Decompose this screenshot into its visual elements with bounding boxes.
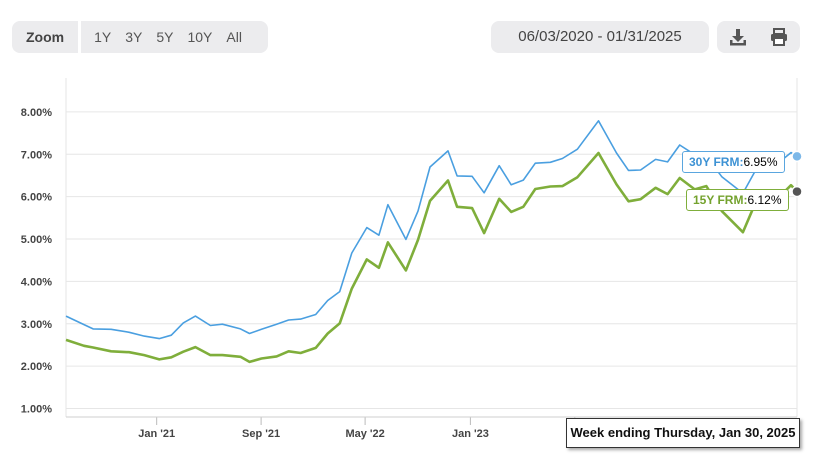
printer-icon bbox=[771, 28, 788, 46]
zoom-1y-button[interactable]: 1Y bbox=[87, 21, 118, 53]
week-ending-tooltip: Week ending Thursday, Jan 30, 2025 bbox=[566, 418, 800, 448]
tooltip-30y-label: 30Y FRM: bbox=[689, 155, 744, 169]
x-tick-label: May '22 bbox=[345, 428, 384, 440]
last-point-marker bbox=[791, 185, 803, 198]
x-tick-label: Sep '21 bbox=[242, 428, 280, 440]
download-icon bbox=[729, 29, 746, 46]
y-tick-label: 4.00% bbox=[21, 276, 52, 288]
y-tick-label: 7.00% bbox=[21, 149, 52, 161]
x-tick-label: Jan '23 bbox=[452, 428, 489, 440]
y-tick-label: 3.00% bbox=[21, 319, 52, 331]
zoom-10y-button[interactable]: 10Y bbox=[180, 21, 219, 53]
tooltip-30y-value: 6.95% bbox=[743, 155, 778, 169]
y-tick-label: 2.00% bbox=[21, 361, 52, 373]
y-tick-label: 6.00% bbox=[21, 192, 52, 204]
zoom-3y-button[interactable]: 3Y bbox=[118, 21, 149, 53]
zoom-selector: Zoom 1Y 3Y 5Y 10Y All bbox=[12, 21, 268, 53]
tooltip-15y-value: 6.12% bbox=[747, 193, 782, 207]
mortgage-rate-chart: 1.00% 2.00% 3.00% 4.00% 5.00% 6.00% 7.00% 8.00%… bbox=[21, 78, 803, 440]
y-tick-label: 5.00% bbox=[21, 234, 52, 246]
chart-tools bbox=[717, 21, 800, 53]
zoom-options: 1Y 3Y 5Y 10Y All bbox=[81, 21, 249, 53]
tooltip-15y-frm: 15Y FRM:6.12% bbox=[686, 189, 789, 211]
date-range-picker[interactable]: 06/03/2020 - 01/31/2025 bbox=[491, 21, 709, 53]
print-button[interactable] bbox=[768, 26, 790, 48]
download-button[interactable] bbox=[727, 26, 749, 48]
zoom-label: Zoom bbox=[12, 21, 82, 53]
y-axis-ticks: 1.00% 2.00% 3.00% 4.00% 5.00% 6.00% 7.00% 8.00% bbox=[21, 107, 52, 416]
zoom-5y-button[interactable]: 5Y bbox=[149, 21, 180, 53]
y-tick-label: 8.00% bbox=[21, 107, 52, 119]
tooltip-15y-label: 15Y FRM: bbox=[693, 193, 748, 207]
last-point-marker bbox=[791, 150, 803, 163]
tooltip-30y-frm: 30Y FRM:6.95% bbox=[682, 151, 785, 173]
x-tick-label: Jan '21 bbox=[138, 428, 175, 440]
zoom-all-button[interactable]: All bbox=[219, 21, 249, 53]
y-tick-label: 1.00% bbox=[21, 404, 52, 416]
grid-lines bbox=[65, 78, 798, 417]
